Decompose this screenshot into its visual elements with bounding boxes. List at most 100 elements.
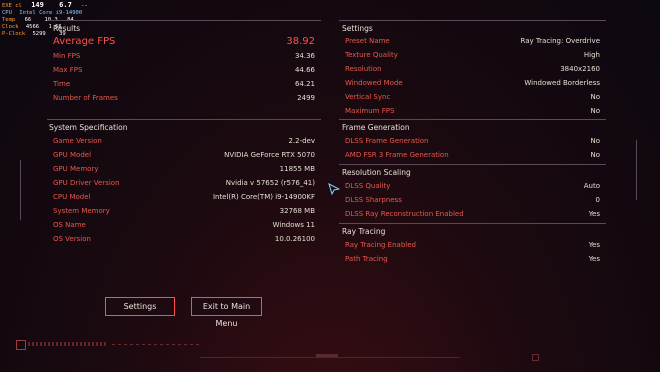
decorative-line — [636, 140, 637, 200]
overlay-line-exe: EXE cl 149 6.7 -- — [2, 2, 88, 10]
spec-label: OS Name — [53, 221, 86, 229]
spec-row: GPU Memory 11855 MB — [47, 162, 321, 176]
setting-value: No — [590, 137, 600, 145]
result-value: 2499 — [297, 94, 315, 102]
spec-row: System Memory 32768 MB — [47, 204, 321, 218]
average-fps-row: Average FPS 38.92 — [47, 34, 321, 50]
setting-value: Ray Tracing: Overdrive — [520, 37, 600, 45]
result-label: Min FPS — [53, 52, 81, 60]
spec-label: System Memory — [53, 207, 110, 215]
setting-value: 3840x2160 — [560, 65, 600, 73]
setting-value: Auto — [583, 182, 600, 190]
spec-value: NVIDIA GeForce RTX 5070 — [224, 151, 315, 159]
setting-label: DLSS Quality — [345, 182, 391, 190]
setting-row: Path Tracing Yes — [339, 252, 606, 266]
result-row: Time 64.21 — [47, 77, 321, 91]
frame-generation-title: Frame Generation — [342, 123, 410, 132]
spec-row: OS Version 10.0.26100 — [47, 232, 321, 246]
spec-value: Intel(R) Core(TM) i9-14900KF — [212, 193, 315, 201]
decorative-strip — [316, 354, 338, 357]
decorative-line — [200, 357, 460, 358]
setting-row: Ray Tracing Enabled Yes — [339, 238, 606, 252]
exit-to-main-menu-button[interactable]: Exit to Main Menu — [191, 297, 262, 328]
overlay-value: 66 — [24, 17, 32, 23]
overlay-value: Intel Core i9-14900 — [19, 10, 83, 16]
result-row: Number of Frames 2499 — [47, 91, 321, 105]
result-row: Min FPS 34.36 — [47, 49, 321, 63]
spec-label: OS Version — [53, 235, 91, 243]
setting-label: DLSS Sharpness — [345, 196, 402, 204]
spec-label: GPU Driver Version — [53, 179, 120, 187]
setting-label: Path Tracing — [345, 255, 388, 263]
overlay-value: -- — [81, 3, 88, 9]
divider — [47, 20, 321, 21]
result-row: Max FPS 44.66 — [47, 63, 321, 77]
average-fps-value: 38.92 — [286, 36, 315, 47]
spec-label: GPU Model — [53, 151, 92, 159]
spec-value: 10.0.26100 — [274, 235, 315, 243]
overlay-label: P-Clock — [2, 31, 26, 37]
overlay-value: 5299 — [32, 31, 46, 37]
spec-value: 11855 MB — [279, 165, 315, 173]
setting-label: Resolution — [345, 65, 382, 73]
frame-generation-panel: Frame Generation DLSS Frame Generation No… — [339, 119, 606, 163]
overlay-value: 4566 — [25, 24, 40, 30]
system-spec-panel: System Specification Game Version 2.2-dev… — [47, 119, 321, 247]
setting-row: DLSS Sharpness 0 — [339, 193, 606, 207]
resolution-scaling-title: Resolution Scaling — [342, 168, 411, 177]
decorative-strip — [28, 342, 108, 346]
settings-button[interactable]: Settings — [105, 297, 175, 316]
setting-label: Maximum FPS — [345, 107, 395, 115]
spec-value: 2.2-dev — [288, 137, 315, 145]
setting-row: Preset Name Ray Tracing: Overdrive — [339, 34, 606, 48]
spec-row: Game Version 2.2-dev — [47, 134, 321, 148]
setting-value: 0 — [595, 196, 600, 204]
setting-label: Texture Quality — [345, 51, 398, 59]
setting-row: Maximum FPS No — [339, 104, 606, 118]
overlay-label: Clock — [2, 24, 19, 30]
setting-row: DLSS Ray Reconstruction Enabled Yes — [339, 207, 606, 221]
divider — [47, 119, 321, 120]
setting-label: DLSS Ray Reconstruction Enabled — [345, 210, 464, 218]
setting-label: Windowed Mode — [345, 79, 403, 87]
overlay-value: 149 — [31, 1, 44, 9]
setting-value: Yes — [588, 255, 600, 263]
results-title: Results — [53, 24, 81, 33]
setting-value: High — [583, 51, 600, 59]
settings-title: Settings — [342, 24, 373, 33]
ray-tracing-panel: Ray Tracing Ray Tracing Enabled Yes Path … — [339, 223, 606, 267]
setting-row: Vertical Sync No — [339, 90, 606, 104]
setting-label: AMD FSR 3 Frame Generation — [345, 151, 449, 159]
setting-label: Vertical Sync — [345, 93, 391, 101]
setting-row: DLSS Quality Auto — [339, 179, 606, 193]
spec-value: Nvidia v 57652 (r576_41) — [225, 179, 315, 187]
result-value: 44.66 — [294, 66, 315, 74]
decorative-strip — [532, 354, 539, 361]
overlay-line-cpu: CPU Intel Core i9-14900 — [2, 10, 88, 17]
setting-label: Ray Tracing Enabled — [345, 241, 416, 249]
setting-value: Yes — [588, 210, 600, 218]
setting-label: DLSS Frame Generation — [345, 137, 429, 145]
setting-value: Windowed Borderless — [524, 79, 600, 87]
setting-row: Resolution 3840x2160 — [339, 62, 606, 76]
spec-row: OS Name Windows 11 — [47, 218, 321, 232]
setting-value: No — [590, 151, 600, 159]
spec-value: 32768 MB — [279, 207, 315, 215]
spec-label: Game Version — [53, 137, 102, 145]
setting-label: Preset Name — [345, 37, 390, 45]
resolution-scaling-panel: Resolution Scaling DLSS Quality Auto DLSS… — [339, 164, 606, 222]
overlay-label: CPU — [2, 10, 12, 16]
spec-row: GPU Driver Version Nvidia v 57652 (r576_4… — [47, 176, 321, 190]
system-spec-title: System Specification — [49, 123, 128, 132]
average-fps-label: Average FPS — [53, 36, 116, 47]
setting-value: Yes — [588, 241, 600, 249]
spec-label: GPU Memory — [53, 165, 99, 173]
setting-row: DLSS Frame Generation No — [339, 134, 606, 148]
divider — [339, 164, 606, 165]
result-label: Time — [53, 80, 71, 88]
divider — [339, 119, 606, 120]
overlay-label: Temp — [2, 17, 16, 23]
results-panel: Results Average FPS 38.92 Min FPS 34.36 M… — [47, 20, 321, 108]
decorative-strip — [16, 340, 26, 350]
setting-value: No — [590, 93, 600, 101]
